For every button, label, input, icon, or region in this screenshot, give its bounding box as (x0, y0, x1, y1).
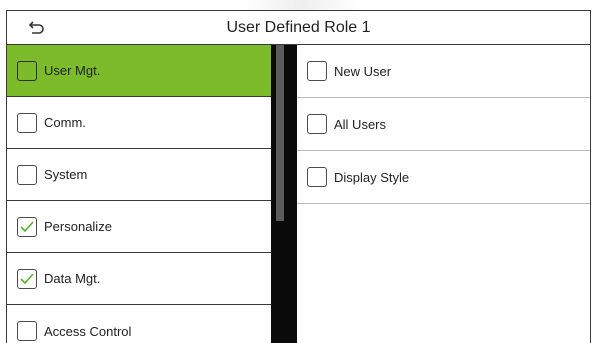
page-title: User Defined Role 1 (226, 18, 371, 36)
checkbox[interactable] (17, 60, 37, 81)
category-item-access-control[interactable]: Access Control (7, 305, 271, 343)
category-item-comm[interactable]: Comm. (7, 97, 271, 149)
permission-item-new-user[interactable]: New User (297, 45, 590, 98)
scrollbar-thumb[interactable] (276, 45, 284, 221)
check-mark-icon (20, 220, 34, 232)
title-bar: User Defined Role 1 (7, 11, 590, 45)
role-permission-screen: User Defined Role 1 User Mgt. Comm. Syst… (6, 10, 591, 343)
category-item-label: System (44, 167, 88, 182)
checkbox[interactable] (17, 321, 37, 341)
category-list: User Mgt. Comm. System Personalize Data … (7, 45, 271, 343)
category-item-label: Comm. (44, 115, 86, 130)
back-arrow-icon (27, 21, 45, 35)
category-item-label: Access Control (44, 323, 132, 339)
category-item-system[interactable]: System (7, 149, 271, 201)
checkbox[interactable] (17, 164, 37, 185)
permission-item-label: Display Style (334, 169, 410, 185)
category-item-label: Data Mgt. (44, 271, 101, 286)
permission-item-display-style[interactable]: Display Style (297, 151, 590, 204)
permission-item-all-users[interactable]: All Users (297, 98, 590, 151)
check-mark-icon (20, 272, 34, 284)
category-item-label: Personalize (44, 219, 112, 234)
checkbox[interactable] (307, 61, 327, 81)
category-item-data-mgt[interactable]: Data Mgt. (7, 253, 271, 305)
checkbox[interactable] (307, 167, 327, 187)
scrollbar[interactable] (271, 45, 297, 343)
checkbox[interactable] (17, 268, 37, 289)
permission-item-label: All Users (334, 116, 387, 132)
permission-item-label: New User (334, 63, 392, 79)
category-item-personalize[interactable]: Personalize (7, 201, 271, 253)
permission-list: New User All Users Display Style (297, 45, 590, 343)
checkbox[interactable] (17, 216, 37, 237)
checkbox[interactable] (17, 112, 37, 133)
category-item-user-mgt[interactable]: User Mgt. (7, 45, 271, 97)
checkbox[interactable] (307, 114, 327, 134)
category-item-label: User Mgt. (44, 63, 101, 78)
back-button[interactable] (19, 16, 53, 40)
top-shadow-decoration (242, 0, 360, 10)
